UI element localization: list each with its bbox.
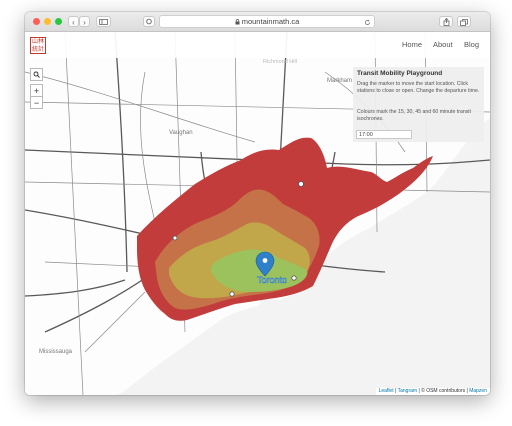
info-panel: Transit Mobility Playground Drag the mar… bbox=[353, 67, 484, 142]
chevron-left-icon: ‹ bbox=[72, 18, 75, 27]
privacy-shield-icon bbox=[146, 18, 152, 25]
logo-text: 山林統計 bbox=[31, 38, 44, 53]
site-logo[interactable]: 山林統計 bbox=[30, 37, 46, 54]
place-label-toronto: Toronto bbox=[257, 275, 287, 285]
share-button[interactable] bbox=[439, 16, 453, 27]
chevron-right-icon: › bbox=[83, 18, 86, 27]
place-label-markham: Markham bbox=[327, 78, 352, 84]
browser-window: ‹ › mountainmath.ca Richmond Hill Markha… bbox=[25, 12, 490, 395]
url-text: mountainmath.ca bbox=[241, 17, 300, 26]
place-label-vaughan: Vaughan bbox=[169, 130, 193, 136]
minimize-window-button[interactable] bbox=[44, 18, 51, 25]
nav-about-link[interactable]: About bbox=[433, 40, 453, 49]
tangram-link[interactable]: Tangram bbox=[398, 388, 417, 394]
search-icon bbox=[33, 71, 40, 78]
reload-icon[interactable] bbox=[364, 19, 371, 26]
leaflet-link[interactable]: Leaflet bbox=[379, 388, 394, 394]
close-window-button[interactable] bbox=[33, 18, 40, 25]
sidebar-button[interactable] bbox=[96, 16, 111, 27]
tabs-button[interactable] bbox=[457, 16, 471, 27]
lock-icon bbox=[235, 19, 240, 25]
forward-button[interactable]: › bbox=[79, 16, 90, 27]
tabs-icon bbox=[460, 19, 468, 26]
web-content: Richmond Hill Markham Vaughan Mississaug… bbox=[25, 32, 490, 395]
panel-title: Transit Mobility Playground bbox=[357, 70, 443, 77]
back-button[interactable]: ‹ bbox=[68, 16, 79, 27]
sidebar-icon bbox=[99, 19, 108, 25]
map-attribution: Leaflet | Tangram | © OSM contributors |… bbox=[375, 388, 490, 395]
browser-toolbar: ‹ › mountainmath.ca bbox=[25, 12, 490, 32]
zoom-out-button[interactable]: − bbox=[30, 96, 43, 109]
map-search-button[interactable] bbox=[30, 68, 43, 81]
panel-instructions: Drag the marker to move the start locati… bbox=[357, 81, 480, 94]
zoom-window-button[interactable] bbox=[55, 18, 62, 25]
nav-blog-link[interactable]: Blog bbox=[464, 40, 479, 49]
address-bar[interactable]: mountainmath.ca bbox=[159, 15, 375, 28]
mapzen-link[interactable]: Mapzen bbox=[469, 388, 487, 394]
site-header: 山林統計 Home About Blog bbox=[25, 32, 490, 58]
nav-home-link[interactable]: Home bbox=[402, 40, 422, 49]
share-icon bbox=[443, 17, 449, 26]
privacy-button[interactable] bbox=[143, 16, 155, 27]
panel-legend-note: Colours mark the 15, 30, 45 and 60 minut… bbox=[357, 109, 471, 122]
departure-time-input[interactable]: 17:00 bbox=[356, 130, 412, 139]
place-label-mississauga: Mississauga bbox=[39, 349, 73, 355]
place-label-richmond-hill: Richmond Hill bbox=[263, 59, 297, 65]
